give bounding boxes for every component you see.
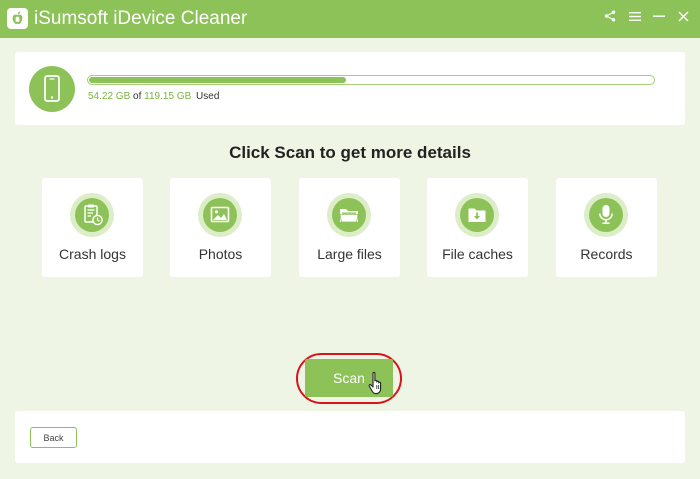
storage-progress-fill — [89, 77, 346, 83]
storage-used-label: Used — [196, 91, 220, 102]
app-logo-icon — [7, 8, 28, 29]
storage-usage-text: 54.22 GB of 119.15 GB Used — [88, 91, 219, 102]
title-bar: iSumsoft iDevice Cleaner — [0, 0, 700, 38]
device-icon — [29, 66, 75, 112]
footer-panel: Back — [15, 411, 685, 463]
storage-progress-bar — [87, 75, 655, 85]
app-window: iSumsoft iDevice Cleaner 54.22 GB of 119… — [0, 0, 700, 479]
category-card-crash-logs[interactable]: Crash logs — [42, 178, 143, 277]
page-heading: Click Scan to get more details — [229, 143, 471, 162]
menu-button[interactable] — [624, 5, 646, 27]
storage-panel: 54.22 GB of 119.15 GB Used — [15, 52, 685, 125]
category-label: Records — [580, 246, 633, 262]
category-card-records[interactable]: Records — [556, 178, 657, 277]
hand-cursor-icon — [368, 371, 382, 395]
close-button[interactable] — [672, 5, 694, 27]
large-files-icon — [327, 193, 371, 237]
crash-logs-icon — [70, 193, 114, 237]
minimize-icon — [653, 15, 665, 17]
share-button[interactable] — [599, 5, 621, 27]
back-button[interactable]: Back — [30, 427, 77, 448]
minimize-button[interactable] — [648, 5, 670, 27]
category-card-large-files[interactable]: Large files — [299, 178, 400, 277]
storage-used-value: 54.22 GB — [88, 91, 131, 102]
app-title: iSumsoft iDevice Cleaner — [34, 8, 248, 29]
file-caches-icon — [455, 193, 499, 237]
close-icon — [678, 11, 688, 21]
storage-total-value: 119.15 GB — [144, 91, 192, 102]
records-icon — [584, 193, 628, 237]
category-card-photos[interactable]: Photos — [170, 178, 271, 277]
category-label: Large files — [317, 246, 382, 262]
category-label: Crash logs — [59, 246, 126, 262]
menu-icon — [629, 11, 641, 21]
photos-icon — [198, 193, 242, 237]
share-icon — [604, 10, 616, 22]
category-label: File caches — [442, 246, 513, 262]
category-label: Photos — [198, 246, 243, 262]
category-card-file-caches[interactable]: File caches — [427, 178, 528, 277]
storage-of-label: of — [133, 91, 142, 102]
